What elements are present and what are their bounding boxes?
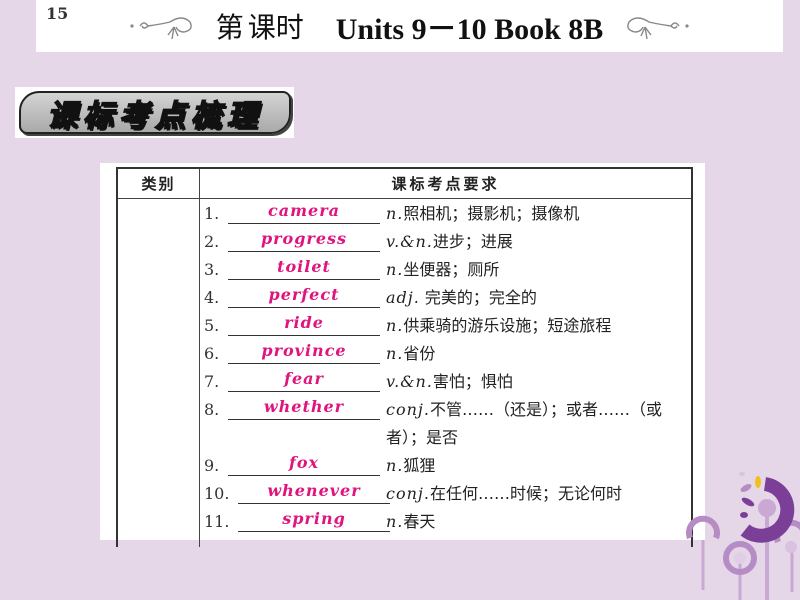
vocabulary-row: 7. fear v.&n.害怕；惧怕 [200, 368, 691, 396]
vocabulary-row: 5. ride n.供乘骑的游乐设施；短途旅程 [200, 312, 691, 340]
definition: v.&n.进步；进展 [386, 228, 687, 256]
part-of-speech: n. [386, 512, 404, 531]
definition: n.照相机；摄影机；摄像机 [386, 200, 687, 228]
definition: n.狐狸 [386, 452, 687, 480]
answer-blank: perfect [228, 284, 380, 308]
section-badge: 课标考点梳理 [15, 87, 294, 138]
item-number: 3. [204, 260, 220, 279]
item-number: 7. [204, 372, 220, 391]
answer-blank: whenever [238, 480, 390, 504]
meaning: 坐便器；厕所 [403, 260, 500, 279]
item-number: 4. [204, 288, 220, 307]
vocabulary-row: 4. perfect adj. 完美的；完全的 [200, 284, 691, 312]
lesson-title: 第 15 课时 Units 9－10 Book 8B [46, 4, 604, 48]
item-number: 1. [204, 204, 220, 223]
part-of-speech: conj. [386, 400, 430, 419]
meaning: 在任何……时候；无论何时 [429, 484, 622, 503]
vocabulary-table: 类别 课标考点要求 1. camera n.照相机；摄影机；摄像机 2. progres… [116, 167, 693, 547]
left-flourish-icon [130, 17, 192, 40]
answer-blank: province [228, 340, 380, 364]
part-of-speech: v.&n. [386, 372, 433, 391]
definition: conj.在任何……时候；无论何时 [386, 480, 687, 508]
item-number: 9. [204, 456, 220, 475]
definition: conj.不管……（还是）；或者……（或者）；是否 [386, 396, 687, 452]
section-badge-label: 课标考点梳理 [46, 98, 263, 135]
decorative-circles-icon [686, 472, 800, 600]
vocabulary-row: 6. province n.省份 [200, 340, 691, 368]
item-number: 5. [204, 316, 220, 335]
definition: n.省份 [386, 340, 687, 368]
definition: n.供乘骑的游乐设施；短途旅程 [386, 312, 687, 340]
part-of-speech: n. [386, 344, 404, 363]
answer-blank: camera [228, 200, 380, 224]
definition: n.坐便器；厕所 [386, 256, 687, 284]
vocabulary-panel: 类别 课标考点要求 1. camera n.照相机；摄影机；摄像机 2. progres… [100, 163, 705, 547]
answer-blank: ride [228, 312, 380, 336]
part-of-speech: conj. [386, 484, 430, 503]
lesson-title-bar: 第 15 课时 Units 9－10 Book 8B [36, 0, 783, 52]
part-of-speech: adj. [386, 288, 420, 307]
header-requirements: 课标考点要求 [391, 175, 500, 193]
vocabulary-row: 2. progress v.&n.进步；进展 [200, 228, 691, 256]
part-of-speech: n. [386, 204, 404, 223]
lesson-prefix: 第 [215, 11, 244, 44]
vocabulary-row: 3. toilet n.坐便器；厕所 [200, 256, 691, 284]
units-label: Units 9－10 Book 8B [335, 13, 604, 46]
right-flourish-icon [627, 17, 689, 40]
definition: v.&n.害怕；惧怕 [386, 368, 687, 396]
answer-blank: fox [228, 452, 380, 476]
header-divider [118, 198, 691, 199]
part-of-speech: n. [386, 260, 404, 279]
item-number: 6. [204, 344, 220, 363]
part-of-speech: n. [386, 316, 404, 335]
part-of-speech: v.&n. [386, 232, 433, 251]
meaning: 供乘骑的游乐设施；短途旅程 [403, 316, 612, 335]
section-badge-pill: 课标考点梳理 [19, 91, 291, 134]
definition: adj. 完美的；完全的 [386, 284, 687, 312]
header-category: 类别 [141, 175, 176, 193]
item-number: 10. [204, 484, 230, 503]
meaning: 春天 [403, 512, 436, 531]
meaning: 害怕；惧怕 [432, 372, 513, 391]
definition: n.春天 [386, 508, 687, 536]
lesson-number: 15 [46, 4, 69, 23]
answer-blank: whether [228, 396, 380, 420]
meaning: 省份 [403, 344, 436, 363]
answer-blank: fear [228, 368, 380, 392]
item-number: 2. [204, 232, 220, 251]
vocabulary-row: 9. fox n.狐狸 [200, 452, 691, 480]
answer-blank: spring [238, 508, 390, 532]
vocabulary-row: 11. spring n.春天 [200, 508, 691, 536]
lesson-suffix: 课时 [247, 11, 304, 44]
answer-blank: progress [228, 228, 380, 252]
meaning: 进步；进展 [432, 232, 513, 251]
item-number: 8. [204, 400, 220, 419]
meaning: 完美的；完全的 [419, 288, 537, 307]
part-of-speech: n. [386, 456, 404, 475]
meaning: 狐狸 [403, 456, 436, 475]
vocabulary-row: 10. whenever conj.在任何……时候；无论何时 [200, 480, 691, 508]
vocabulary-row: 8. whether conj.不管……（还是）；或者……（或者）；是否 [200, 396, 691, 452]
meaning: 照相机；摄影机；摄像机 [403, 204, 580, 223]
item-number: 11. [204, 512, 230, 531]
answer-blank: toilet [228, 256, 380, 280]
vocabulary-row: 1. camera n.照相机；摄影机；摄像机 [200, 200, 691, 228]
vocabulary-rows: 1. camera n.照相机；摄影机；摄像机 2. progress v.&n.进步；进… [200, 200, 691, 536]
